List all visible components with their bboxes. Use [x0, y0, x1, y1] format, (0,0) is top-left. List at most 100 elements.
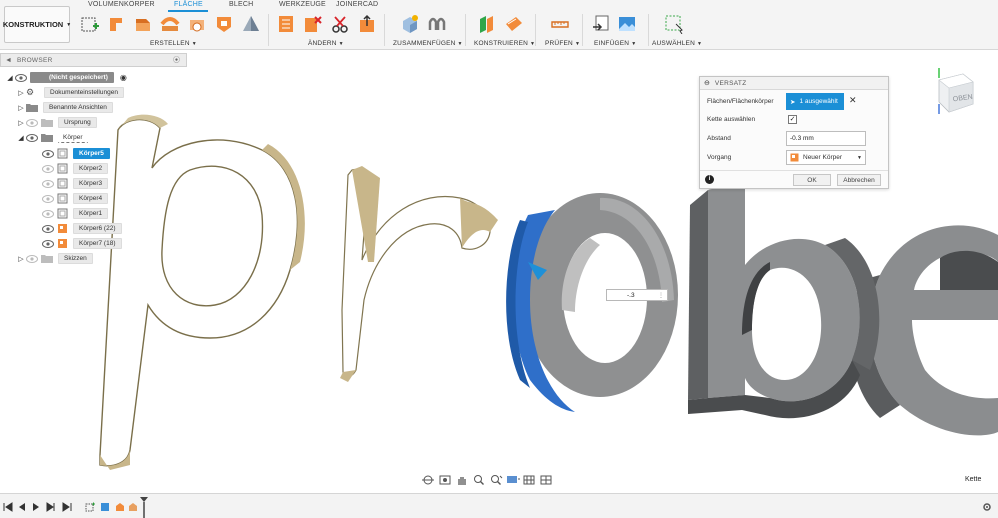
browser-item-bodies[interactable]: ◢ Körper	[16, 131, 88, 144]
offset-distance-input[interactable]: -.3 ⋮	[606, 289, 668, 301]
expand-triangle-icon[interactable]: ▷	[16, 104, 26, 112]
visibility-eye-icon[interactable]	[15, 73, 27, 82]
browser-body-item[interactable]: Körper3	[42, 177, 109, 190]
surface-letter-r[interactable]	[340, 166, 498, 382]
browser-item-named-views[interactable]: ▷ Benannte Ansichten	[16, 101, 113, 114]
extrude-icon[interactable]	[107, 14, 127, 34]
visibility-eye-icon[interactable]	[26, 118, 38, 127]
revolve-icon[interactable]	[133, 14, 153, 34]
cancel-button[interactable]: Abbrechen	[837, 174, 881, 186]
delete-face-icon[interactable]	[303, 14, 323, 34]
visibility-eye-icon[interactable]	[26, 133, 38, 142]
visibility-eye-icon[interactable]	[42, 224, 54, 233]
look-at-icon[interactable]	[438, 474, 452, 486]
timeline-offset-feature-icon[interactable]	[128, 502, 138, 512]
zoom-icon[interactable]	[472, 474, 486, 486]
browser-body-item[interactable]: Körper7 (18)	[42, 237, 122, 250]
pin-icon[interactable]: ⦿	[173, 55, 180, 65]
expand-triangle-icon[interactable]: ▷	[16, 119, 26, 127]
collapse-icon[interactable]: ◄	[5, 57, 12, 64]
browser-body-item[interactable]: Körper2	[42, 162, 109, 175]
group-einfuegen[interactable]: EINFÜGEN ▼	[594, 40, 636, 47]
scissors-icon[interactable]	[330, 14, 350, 34]
visibility-eye-icon[interactable]	[26, 254, 38, 263]
tab-blech[interactable]: BLECH	[229, 1, 253, 8]
play-icon[interactable]	[31, 502, 41, 512]
surface-letter-p[interactable]	[99, 114, 305, 470]
timeline-extrude-feature-icon[interactable]	[115, 502, 125, 512]
browser-body-item[interactable]: Körper4	[42, 192, 109, 205]
browser-item-document-settings[interactable]: ▷ ⚙ Dokumenteinstellungen	[16, 86, 124, 99]
display-settings-icon[interactable]	[506, 474, 520, 486]
group-konstruieren[interactable]: KONSTRUIEREN ▼	[474, 40, 535, 47]
visibility-eye-icon[interactable]	[42, 209, 54, 218]
press-pull-icon[interactable]	[276, 14, 296, 34]
loft-icon[interactable]	[187, 14, 207, 34]
browser-document-root[interactable]: ◢ (Nicht gespeichert) ◉	[5, 71, 127, 84]
browser-body-item[interactable]: Körper5	[42, 147, 110, 160]
gear-icon[interactable]	[982, 502, 992, 512]
expand-triangle-icon[interactable]: ▷	[16, 89, 26, 97]
grid-settings-icon[interactable]	[523, 474, 537, 486]
offset-plane-icon[interactable]	[478, 14, 498, 34]
collapse-triangle-icon[interactable]: ◢	[16, 134, 26, 142]
browser-body-item[interactable]: Körper6 (22)	[42, 222, 122, 235]
group-aendern[interactable]: ÄNDERN ▼	[308, 40, 344, 47]
new-component-icon[interactable]	[400, 14, 420, 34]
group-erstellen[interactable]: ERSTELLEN ▼	[150, 40, 197, 47]
step-back-icon[interactable]	[17, 502, 27, 512]
faces-selection-button[interactable]: ➤ 1 ausgewählt	[786, 93, 844, 110]
group-pruefen[interactable]: PRÜFEN ▼	[545, 40, 580, 47]
chain-select-checkbox[interactable]: ✓	[788, 115, 797, 124]
viewcube[interactable]: OBEN	[933, 66, 977, 116]
clear-selection-icon[interactable]: ✕	[849, 95, 857, 106]
offset-face-icon[interactable]	[357, 14, 377, 34]
visibility-eye-icon[interactable]	[42, 164, 54, 173]
tab-werkzeuge[interactable]: WERKZEUGE	[279, 1, 326, 8]
group-auswaehlen[interactable]: AUSWÄHLEN ▼	[652, 40, 702, 47]
group-zusammenfuegen[interactable]: ZUSAMMENFÜGEN ▼	[393, 40, 463, 47]
dimension-menu-icon[interactable]: ⋮	[658, 292, 664, 299]
zoom-window-icon[interactable]	[489, 474, 503, 486]
measure-icon[interactable]	[550, 14, 570, 34]
visibility-eye-icon[interactable]	[42, 239, 54, 248]
collapse-triangle-icon[interactable]: ◢	[5, 74, 15, 82]
tab-joinercad[interactable]: JOINERCAD	[336, 1, 378, 8]
operation-select[interactable]: Neuer Körper ▼	[786, 150, 866, 165]
body-letter-b[interactable]	[688, 172, 880, 419]
timeline-marker-icon[interactable]	[139, 496, 149, 518]
browser-header[interactable]: ◄ BROWSER ⦿	[0, 53, 187, 67]
create-sketch-icon[interactable]	[80, 14, 100, 34]
patch-icon[interactable]	[214, 14, 234, 34]
step-forward-icon[interactable]	[45, 502, 55, 512]
go-to-start-icon[interactable]	[3, 502, 13, 512]
collapse-circle-icon[interactable]: ⊖	[704, 79, 710, 87]
body-letter-o[interactable]	[506, 193, 678, 412]
pan-hand-icon[interactable]	[455, 474, 469, 486]
tab-flaeche[interactable]: FLÄCHE	[174, 1, 203, 8]
timeline-sketch-feature-icon[interactable]	[85, 502, 95, 512]
pyramid-icon[interactable]	[241, 14, 261, 34]
distance-input[interactable]: -0.3 mm	[786, 131, 866, 146]
insert-image-icon[interactable]	[617, 14, 637, 34]
visibility-eye-icon[interactable]	[42, 149, 54, 158]
dimension-value[interactable]: -.3	[627, 292, 635, 299]
browser-item-origin[interactable]: ▷ Ursprung	[16, 116, 97, 129]
viewports-icon[interactable]	[540, 474, 554, 486]
dialog-header[interactable]: ⊖ VERSATZ	[700, 77, 888, 90]
sweep-icon[interactable]	[160, 14, 180, 34]
browser-body-item[interactable]: Körper1	[42, 207, 109, 220]
go-to-end-icon[interactable]	[62, 502, 72, 512]
info-icon[interactable]: i	[705, 175, 714, 184]
joint-icon[interactable]	[427, 14, 447, 34]
active-radio-icon[interactable]: ◉	[120, 73, 127, 82]
workspace-switcher[interactable]: KONSTRUKTION ▼	[3, 6, 71, 43]
insert-derive-icon[interactable]	[591, 14, 611, 34]
tab-volumenkoerper[interactable]: VOLUMENKÖRPER	[88, 1, 155, 8]
visibility-eye-icon[interactable]	[42, 194, 54, 203]
select-window-icon[interactable]	[664, 14, 684, 34]
visibility-eye-icon[interactable]	[42, 179, 54, 188]
ok-button[interactable]: OK	[793, 174, 831, 186]
orbit-icon[interactable]	[421, 474, 435, 486]
browser-item-sketches[interactable]: ▷ Skizzen	[16, 252, 93, 265]
